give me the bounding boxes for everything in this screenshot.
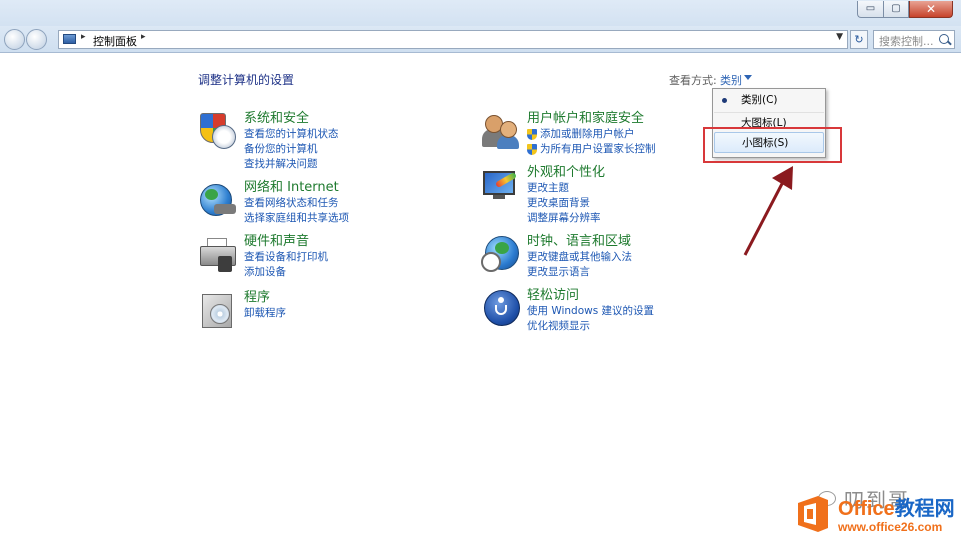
category-user-accounts: 用户帐户和家庭安全 添加或删除用户帐户 为所有用户设置家长控制	[481, 111, 656, 157]
back-button[interactable]	[4, 29, 25, 50]
category-system-security: 系统和安全 查看您的计算机状态 备份您的计算机 查找并解决问题	[198, 111, 339, 172]
appearance-icon[interactable]	[481, 165, 521, 205]
address-bar[interactable]: ▸ 控制面板 ▸ ▼	[58, 30, 848, 49]
category-link[interactable]: 更改键盘或其他输入法	[527, 250, 632, 265]
search-placeholder: 搜索控制...	[879, 35, 934, 48]
category-title[interactable]: 网络和 Internet	[244, 180, 349, 196]
category-link[interactable]: 添加设备	[244, 265, 328, 280]
category-link[interactable]: 为所有用户设置家长控制	[527, 142, 656, 157]
category-programs: 程序 卸载程序	[198, 290, 286, 330]
programs-icon[interactable]	[198, 290, 238, 330]
category-link[interactable]: 查找并解决问题	[244, 157, 339, 172]
window-controls: ▭ ▢ ✕	[857, 1, 953, 18]
view-by-label: 查看方式:	[669, 74, 717, 87]
security-shield-icon[interactable]	[198, 111, 238, 151]
category-title[interactable]: 外观和个性化	[527, 165, 605, 181]
clock-globe-icon[interactable]	[481, 234, 521, 274]
category-title[interactable]: 用户帐户和家庭安全	[527, 111, 656, 127]
minimize-button[interactable]: ▭	[857, 1, 883, 18]
category-link[interactable]: 查看网络状态和任务	[244, 196, 349, 211]
address-dropdown-icon[interactable]: ▼	[836, 32, 843, 42]
category-link[interactable]: 更改显示语言	[527, 265, 632, 280]
chevron-right-icon[interactable]: ▸	[141, 32, 146, 42]
view-by-dropdown[interactable]: 类别	[720, 72, 742, 88]
uac-shield-icon	[527, 129, 537, 140]
category-link[interactable]: 备份您的计算机	[244, 142, 339, 157]
search-icon[interactable]	[939, 34, 949, 44]
chevron-right-icon[interactable]: ▸	[81, 32, 86, 42]
users-icon[interactable]	[481, 111, 521, 151]
dropdown-arrow-icon[interactable]	[744, 75, 752, 80]
menu-item-category[interactable]: 类别(C)	[714, 90, 824, 111]
maximize-button[interactable]: ▢	[883, 1, 909, 18]
radio-bullet-icon	[722, 98, 727, 103]
category-link[interactable]: 查看您的计算机状态	[244, 127, 339, 142]
category-title[interactable]: 系统和安全	[244, 111, 339, 127]
category-link[interactable]: 更改主题	[527, 181, 605, 196]
forward-button[interactable]	[26, 29, 47, 50]
category-link[interactable]: 卸载程序	[244, 306, 286, 321]
close-button[interactable]: ✕	[909, 1, 953, 18]
category-title[interactable]: 时钟、语言和区域	[527, 234, 632, 250]
uac-shield-icon	[527, 144, 537, 155]
category-appearance: 外观和个性化 更改主题 更改桌面背景 调整屏幕分辨率	[481, 165, 605, 226]
category-link[interactable]: 优化视频显示	[527, 319, 654, 334]
category-title[interactable]: 程序	[244, 290, 286, 306]
ease-of-access-icon[interactable]	[481, 288, 521, 328]
search-input[interactable]: 搜索控制...	[873, 30, 955, 49]
annotation-highlight-box	[703, 127, 842, 163]
navigation-bar: ▸ 控制面板 ▸ ▼ ↻ 搜索控制...	[0, 26, 961, 53]
category-link[interactable]: 选择家庭组和共享选项	[244, 211, 349, 226]
category-hardware-sound: 硬件和声音 查看设备和打印机 添加设备	[198, 234, 328, 280]
category-link[interactable]: 调整屏幕分辨率	[527, 211, 605, 226]
category-link[interactable]: 添加或删除用户帐户	[527, 127, 656, 142]
refresh-button[interactable]: ↻	[850, 30, 868, 49]
category-ease-of-access: 轻松访问 使用 Windows 建议的设置 优化视频显示	[481, 288, 654, 334]
watermark-site: Office教程网 www.office26.com	[838, 498, 955, 534]
office-logo-icon	[798, 496, 828, 532]
category-clock-language: 时钟、语言和区域 更改键盘或其他输入法 更改显示语言	[481, 234, 632, 280]
network-globe-icon[interactable]	[198, 180, 238, 220]
printer-icon[interactable]	[198, 234, 238, 274]
control-panel-icon	[63, 34, 76, 44]
breadcrumb-control-panel[interactable]: 控制面板	[93, 33, 137, 49]
page-title: 调整计算机的设置	[198, 73, 295, 87]
category-title[interactable]: 硬件和声音	[244, 234, 328, 250]
category-link[interactable]: 更改桌面背景	[527, 196, 605, 211]
category-title[interactable]: 轻松访问	[527, 288, 654, 304]
category-network-internet: 网络和 Internet 查看网络状态和任务 选择家庭组和共享选项	[198, 180, 349, 226]
category-link[interactable]: 查看设备和打印机	[244, 250, 328, 265]
category-link[interactable]: 使用 Windows 建议的设置	[527, 304, 654, 319]
window-titlebar: ▭ ▢ ✕	[0, 0, 961, 26]
